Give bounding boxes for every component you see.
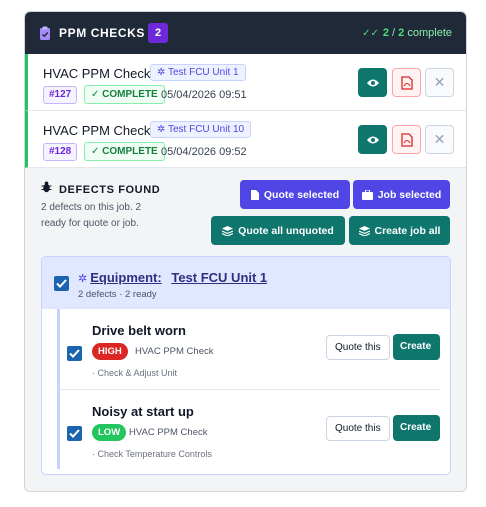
complete-label: complete (407, 27, 452, 39)
defect-task: · Check Temperature Controls (92, 449, 212, 459)
equipment-name: Test FCU Unit 1 (171, 270, 268, 285)
ppm-header: PPM CHECKS 2 ✓✓ 2 / 2 complete (25, 12, 466, 54)
pdf-button[interactable] (392, 125, 421, 154)
status-label: COMPLETE (102, 146, 158, 157)
severity-badge: HIGH (92, 343, 128, 360)
checkmark-icon (69, 429, 80, 438)
unit-tag: ✲ Test FCU Unit 10 (150, 121, 252, 138)
defect-name: Noisy at start up (92, 404, 194, 419)
ppm-id-badge: #128 (43, 143, 78, 161)
ppm-date: 05/04/2026 09:52 (161, 146, 247, 158)
view-button[interactable] (358, 125, 387, 154)
eye-icon (366, 136, 379, 143)
equipment-summary: 2 defects · 2 ready (78, 289, 157, 300)
quote-all-unquoted-label: Quote all unquoted (238, 224, 334, 237)
quote-selected-button[interactable]: Quote selected (240, 180, 350, 209)
remove-button[interactable]: ✕ (425, 125, 454, 154)
equipment-checkbox[interactable] (54, 276, 69, 291)
unit-tag-label: Test FCU Unit 1 (167, 67, 239, 78)
create-job-all-label: Create job all (374, 224, 441, 237)
complete-done: 2 (382, 27, 389, 39)
double-check-icon: ✓✓ (362, 28, 379, 39)
ppm-name: HVAC PPM Check (43, 123, 151, 138)
briefcase-icon (361, 189, 373, 200)
document-icon (250, 189, 259, 200)
defect-type: HVAC PPM Check (135, 346, 214, 357)
complete-sep: / (392, 27, 396, 39)
gear-icon: ✲ (78, 273, 88, 285)
status-badge: ✓ COMPLETE (84, 142, 165, 161)
quote-this-button[interactable]: Quote this (326, 416, 390, 441)
checkmark-icon (56, 279, 67, 288)
defect-item: Drive belt worn HIGH HVAC PPM Check · Ch… (60, 309, 440, 389)
defects-summary: 2 defects on this job. 2 ready for quote… (41, 202, 142, 229)
job-selected-button[interactable]: Job selected (353, 180, 450, 209)
ppm-date: 05/04/2026 09:51 (161, 89, 247, 101)
remove-button[interactable]: ✕ (425, 68, 454, 97)
ppm-count-badge: 2 (148, 23, 168, 43)
check-icon: ✓ (91, 146, 103, 157)
gear-icon: ✲ (157, 124, 168, 135)
create-job-all-button[interactable]: Create job all (349, 216, 450, 245)
layers-icon (358, 225, 370, 236)
check-icon: ✓ (91, 89, 103, 100)
equipment-label: Equipment: (90, 270, 162, 285)
equipment-title[interactable]: ✲ Equipment: Test FCU Unit 1 (78, 270, 267, 285)
pdf-button[interactable] (392, 68, 421, 97)
ppm-row: HVAC PPM Check ✲ Test FCU Unit 1 #127 ✓ … (25, 54, 466, 111)
pdf-icon (400, 75, 413, 90)
defects-title: DEFECTS FOUND (41, 181, 160, 196)
quote-all-unquoted-button[interactable]: Quote all unquoted (211, 216, 345, 245)
ppm-id-badge: #127 (43, 86, 78, 104)
equipment-header: ✲ Equipment: Test FCU Unit 1 2 defects · … (42, 257, 450, 309)
eye-icon (366, 79, 379, 86)
ppm-title: PPM CHECKS (59, 26, 146, 40)
status-badge: ✓ COMPLETE (84, 85, 165, 104)
create-job-button[interactable]: Create job (393, 415, 440, 459)
ppm-complete-status: ✓✓ 2 / 2 complete (362, 27, 452, 39)
equipment-group: ✲ Equipment: Test FCU Unit 1 2 defects · … (41, 256, 451, 475)
ppm-panel: PPM CHECKS 2 ✓✓ 2 / 2 complete HVAC PPM C… (24, 11, 467, 492)
defect-checkbox[interactable] (67, 426, 82, 441)
defect-item: Noisy at start up LOW HVAC PPM Check · C… (60, 390, 440, 470)
status-label: COMPLETE (102, 89, 158, 100)
quote-selected-label: Quote selected (263, 188, 340, 201)
quote-this-button[interactable]: Quote this (326, 335, 390, 360)
view-button[interactable] (358, 68, 387, 97)
bug-icon (41, 181, 53, 196)
defect-task: · Check & Adjust Unit (92, 368, 178, 378)
pdf-icon (400, 132, 413, 147)
severity-badge: LOW (92, 424, 127, 441)
defect-checkbox[interactable] (67, 346, 82, 361)
ppm-row: HVAC PPM Check ✲ Test FCU Unit 10 #128 ✓… (25, 111, 466, 168)
gear-icon: ✲ (157, 67, 168, 78)
clipboard-icon (40, 26, 50, 40)
job-selected-label: Job selected (377, 188, 442, 201)
unit-tag: ✲ Test FCU Unit 1 (150, 64, 246, 81)
close-icon: ✕ (433, 74, 446, 90)
defect-type: HVAC PPM Check (129, 427, 208, 438)
ppm-name: HVAC PPM Check (43, 66, 151, 81)
layers-icon (222, 225, 234, 236)
checkmark-icon (69, 349, 80, 358)
close-icon: ✕ (433, 131, 446, 147)
defects-title-label: DEFECTS FOUND (59, 184, 161, 196)
unit-tag-label: Test FCU Unit 10 (167, 124, 245, 135)
defect-name: Drive belt worn (92, 323, 186, 338)
complete-total: 2 (398, 27, 405, 39)
create-job-button[interactable]: Create job (393, 334, 440, 378)
